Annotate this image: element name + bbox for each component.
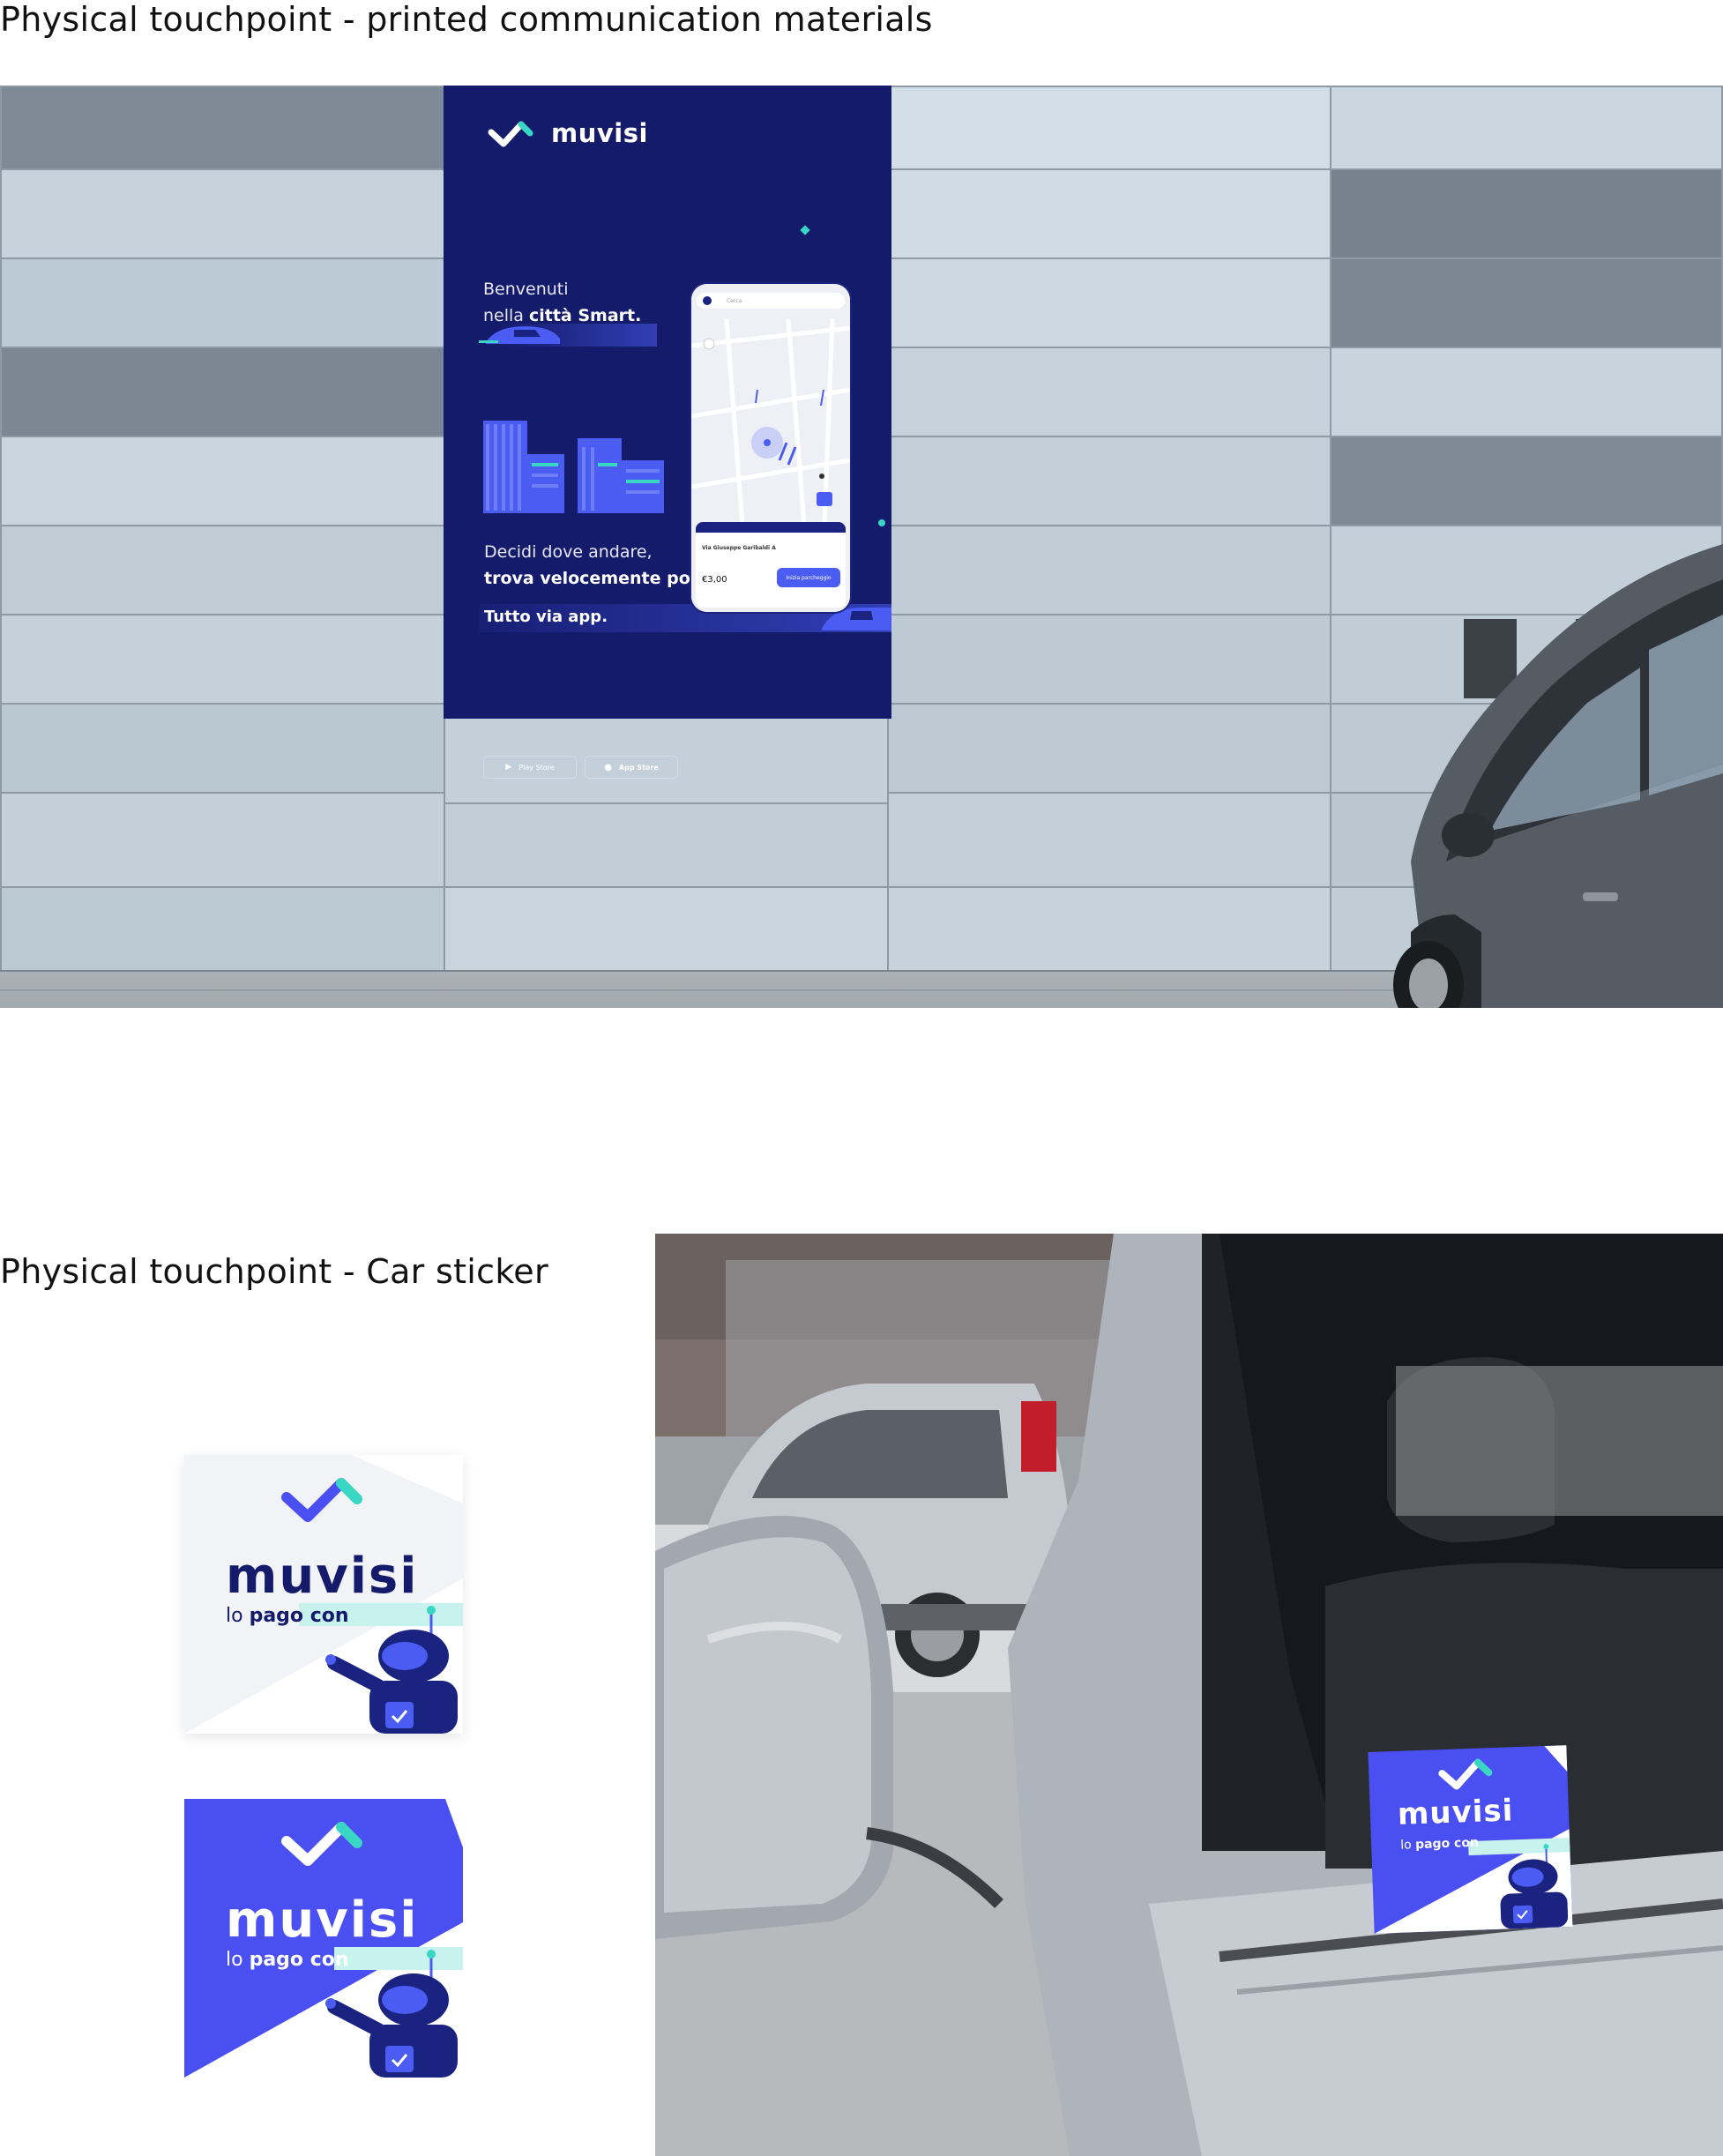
muvisi-check-logo-icon <box>281 1478 362 1522</box>
muvisi-check-logo-icon <box>488 121 533 147</box>
sticker-blue: muvisi lo pago con <box>184 1799 463 2078</box>
phone-price: €3,00 <box>702 575 727 585</box>
muvisi-check-logo-icon <box>1438 1758 1493 1790</box>
poster-decide-line2: trova velocemente posto. <box>484 569 727 588</box>
poster-welcome-line1: Benvenuti <box>483 280 569 299</box>
poster-decide-line1: Decidi dove andare, <box>484 542 653 562</box>
section-heading-printed: Physical touchpoint - printed communicat… <box>0 0 933 39</box>
robot-mascot-icon <box>1500 1844 1569 1929</box>
sticker-light: muvisi lo pago con <box>184 1455 463 1734</box>
play-store-button[interactable]: ▶ Play Store <box>483 756 577 779</box>
muvisi-check-logo-icon <box>281 1822 362 1866</box>
poster-tagline: Tutto via app. <box>484 608 608 626</box>
car-icon <box>479 326 560 344</box>
apple-icon: ● <box>604 762 612 772</box>
poster-brand: muvisi <box>551 118 648 148</box>
app-store-button[interactable]: ● App Store <box>585 756 678 779</box>
start-parking-button[interactable]: Inizia parcheggio <box>777 568 840 587</box>
building-icon <box>483 421 664 513</box>
window-sticker-brand: muvisi <box>1397 1793 1514 1832</box>
play-store-icon: ▶ <box>505 763 512 772</box>
phone-bottom-sheet: Via Giuseppe Garibaldi A €3,00 Inizia pa… <box>696 522 846 608</box>
phone-mockup: Cerca Via Giuseppe Garibaldi A €3,00 Ini… <box>691 284 850 612</box>
window-sticker: muvisi lo pago con <box>1368 1745 1573 1934</box>
sticker-blue-brand: muvisi <box>226 1891 419 1949</box>
phone-search-field[interactable]: Cerca <box>727 298 742 304</box>
car-icon <box>1393 544 1723 1008</box>
car-window-photo <box>655 1234 1723 2156</box>
section-heading-sticker: Physical touchpoint - Car sticker <box>0 1252 548 1291</box>
phone-address: Via Giuseppe Garibaldi A <box>702 545 776 551</box>
robot-mascot-icon <box>325 1950 458 2078</box>
robot-mascot-icon <box>325 1606 458 1734</box>
sticker-light-brand: muvisi <box>226 1548 419 1605</box>
